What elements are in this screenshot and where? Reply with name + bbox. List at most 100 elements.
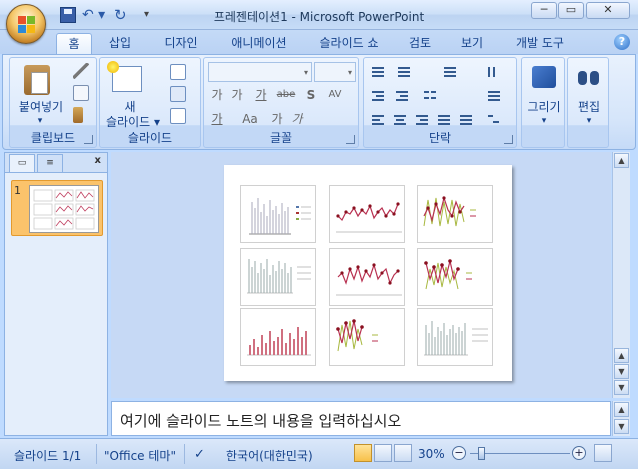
- numbering-icon[interactable]: [396, 64, 412, 80]
- char-spacing-button[interactable]: AV: [322, 86, 348, 104]
- notes-placeholder[interactable]: 여기에 슬라이드 노트의 내용을 입력하십시오: [120, 410, 401, 431]
- format-painter-icon[interactable]: [73, 107, 83, 123]
- slide-thumbnail[interactable]: [29, 185, 99, 233]
- font-color-button[interactable]: 가: [208, 110, 226, 128]
- font-group-label: 글꼴: [269, 131, 293, 145]
- theme-name[interactable]: "Office 테마": [104, 447, 176, 464]
- paste-dropdown[interactable]: ▾: [30, 114, 50, 129]
- drawing-dropdown[interactable]: ▾: [522, 114, 566, 129]
- slide-sorter-button[interactable]: [374, 444, 392, 462]
- copy-icon[interactable]: [73, 85, 89, 101]
- maximize-button[interactable]: ▭: [558, 2, 584, 19]
- delete-slide-icon[interactable]: [170, 108, 186, 124]
- new-slide-button[interactable]: 슬라이드 ▾: [102, 115, 164, 130]
- chart-line-1[interactable]: [329, 185, 405, 243]
- align-text-icon[interactable]: [486, 88, 502, 104]
- clipboard-launcher-icon[interactable]: [84, 135, 93, 144]
- chart-mixed-1[interactable]: [417, 185, 493, 243]
- smartart-icon[interactable]: [486, 112, 502, 128]
- grow-font-button[interactable]: 가: [208, 86, 226, 104]
- italic-button[interactable]: 가: [288, 110, 306, 128]
- paragraph-launcher-icon[interactable]: [504, 135, 513, 144]
- next-slide-button[interactable]: ▼: [614, 364, 629, 379]
- binoculars-icon[interactable]: [578, 67, 600, 87]
- reset-icon[interactable]: [170, 86, 186, 102]
- spell-check-icon[interactable]: ✓: [194, 447, 205, 462]
- close-button[interactable]: ✕: [586, 2, 630, 19]
- chart-bars-1[interactable]: [240, 185, 316, 243]
- fit-to-window-button[interactable]: [594, 444, 612, 462]
- tab-insert[interactable]: 삽입: [102, 33, 138, 54]
- normal-view-button[interactable]: [354, 444, 372, 462]
- notes-scroll-up-button[interactable]: ▲: [614, 402, 629, 417]
- notes-scrollbar[interactable]: ▲ ▼: [612, 401, 630, 436]
- notes-pane[interactable]: 여기에 슬라이드 노트의 내용을 입력하십시오: [111, 401, 611, 436]
- slide[interactable]: [224, 165, 512, 381]
- zoom-level[interactable]: 30%: [418, 447, 445, 461]
- decrease-indent-icon[interactable]: [370, 88, 386, 104]
- shapes-icon[interactable]: [532, 66, 556, 88]
- tab-home[interactable]: 홈: [56, 33, 92, 54]
- shadow-button[interactable]: S: [302, 86, 320, 104]
- layout-icon[interactable]: [170, 64, 186, 80]
- tab-developer[interactable]: 개발 도구: [504, 33, 576, 54]
- shrink-font-button[interactable]: 가: [228, 86, 246, 104]
- slide-thumbnail-selected[interactable]: 1: [11, 180, 103, 236]
- underline-button[interactable]: 가: [252, 86, 270, 104]
- line-spacing-icon[interactable]: [442, 64, 458, 80]
- scroll-down-button[interactable]: ▼: [614, 380, 629, 395]
- font-name-combo[interactable]: ▾: [208, 62, 312, 82]
- distribute-icon[interactable]: [458, 112, 474, 128]
- tab-animations[interactable]: 애니메이션: [222, 33, 296, 54]
- editing-dropdown[interactable]: ▾: [568, 114, 610, 129]
- new-slide-icon[interactable]: [107, 61, 142, 92]
- paste-icon[interactable]: [24, 65, 50, 95]
- chart-mixed-3[interactable]: [329, 308, 405, 366]
- slide-vertical-scrollbar[interactable]: ▲ ▲ ▼ ▼: [612, 152, 630, 398]
- tab-view[interactable]: 보기: [452, 33, 492, 54]
- chart-bars-2[interactable]: [240, 248, 316, 306]
- bold-button[interactable]: 가: [268, 110, 286, 128]
- scroll-up-button[interactable]: ▲: [614, 153, 629, 168]
- text-direction-icon[interactable]: [486, 64, 502, 80]
- columns-icon[interactable]: [422, 88, 438, 104]
- zoom-in-icon[interactable]: +: [572, 446, 586, 460]
- bullets-icon[interactable]: [370, 64, 386, 80]
- zoom-out-icon[interactable]: −: [452, 446, 466, 460]
- slides-tab[interactable]: ▭: [9, 154, 35, 172]
- font-size-combo[interactable]: ▾: [314, 62, 356, 82]
- slides-pane: ▭ ≡ x 1: [4, 152, 108, 436]
- prev-slide-button[interactable]: ▲: [614, 348, 629, 363]
- justify-icon[interactable]: [436, 112, 452, 128]
- slide-canvas-area: [111, 152, 611, 398]
- align-center-icon[interactable]: [392, 112, 408, 128]
- drawing-button[interactable]: 그리기: [522, 100, 566, 115]
- tab-design[interactable]: 디자인: [154, 33, 208, 54]
- cut-icon[interactable]: [73, 63, 89, 79]
- chart-bars-3[interactable]: [240, 308, 316, 366]
- align-left-icon[interactable]: [370, 112, 386, 128]
- chart-mixed-2[interactable]: [417, 248, 493, 306]
- tab-slideshow[interactable]: 슬라이드 쇼: [308, 33, 390, 54]
- strikethrough-button[interactable]: abe: [274, 86, 298, 104]
- outline-tab[interactable]: ≡: [37, 154, 63, 172]
- language-indicator[interactable]: 한국어(대한민국): [226, 447, 313, 464]
- notes-scroll-down-button[interactable]: ▼: [614, 419, 629, 434]
- change-case-button[interactable]: Aa: [238, 110, 262, 128]
- zoom-slider-thumb[interactable]: [478, 447, 486, 460]
- paste-button[interactable]: 붙여넣기: [14, 100, 68, 115]
- font-launcher-icon[interactable]: [346, 135, 355, 144]
- increase-indent-icon[interactable]: [394, 88, 410, 104]
- minimize-button[interactable]: ─: [531, 2, 557, 19]
- tab-review[interactable]: 검토: [400, 33, 440, 54]
- new-slide-label-1[interactable]: 새: [118, 100, 142, 115]
- chart-line-2[interactable]: [329, 248, 405, 306]
- align-right-icon[interactable]: [414, 112, 430, 128]
- chart-bars-4[interactable]: [417, 308, 493, 366]
- pane-close-icon[interactable]: x: [95, 155, 101, 166]
- editing-button[interactable]: 편집: [568, 100, 610, 115]
- office-button[interactable]: [6, 4, 46, 44]
- title-bar: ↶ ▾ ↻ ▾ 프레젠테이션1 - Microsoft PowerPoint ─…: [0, 0, 638, 30]
- help-icon[interactable]: ?: [614, 34, 630, 50]
- slideshow-view-button[interactable]: [394, 444, 412, 462]
